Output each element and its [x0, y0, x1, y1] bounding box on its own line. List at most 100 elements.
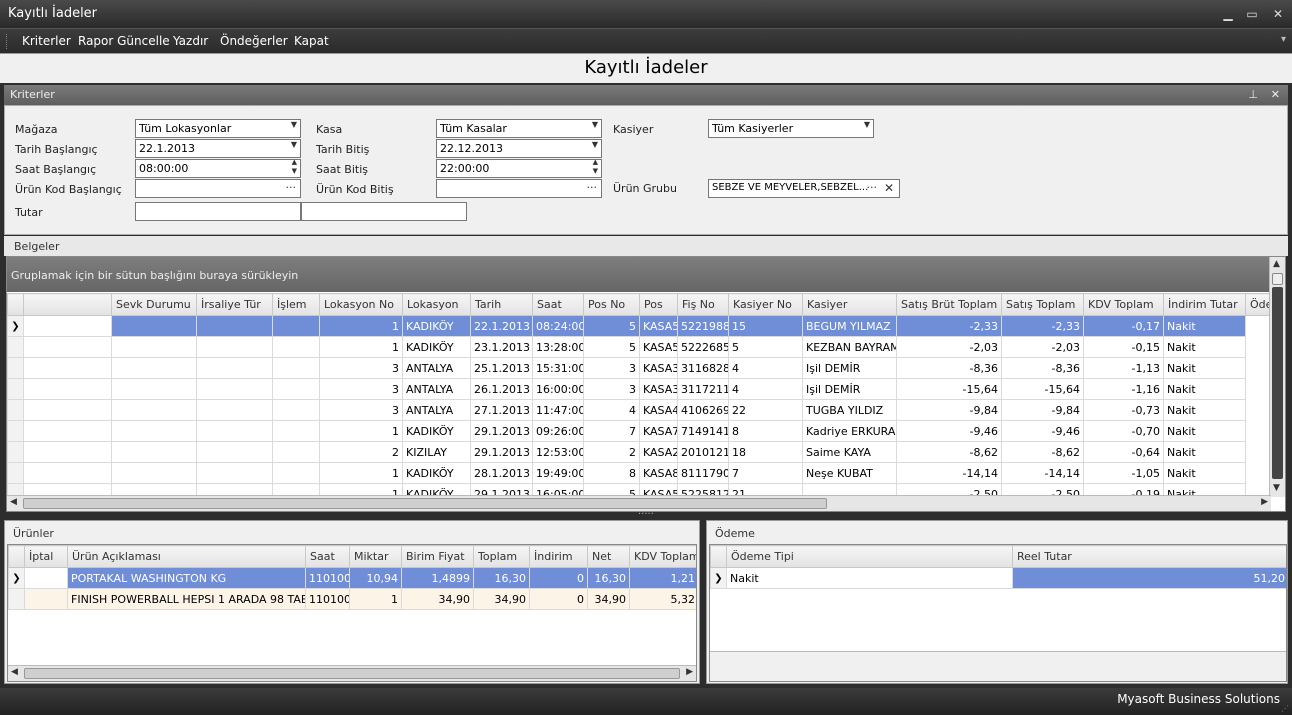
- column-header[interactable]: İptal: [24, 545, 68, 568]
- column-header[interactable]: [710, 545, 727, 568]
- column-header[interactable]: Reel Tutar: [1012, 545, 1286, 568]
- table-cell: 5: [728, 336, 803, 358]
- urun-kod-bitis-input[interactable]: ···: [436, 179, 602, 198]
- table-cell: 3117211: [677, 378, 729, 400]
- table-row[interactable]: ❯ 1 KADIKÖY 22.1.2013 08:24:00 5 KASA5 5221988 1…: [7, 315, 1286, 337]
- group-by-panel[interactable]: Gruplamak için bir sütun başlığını buray…: [7, 257, 1285, 292]
- menu-bar: Kriterler Rapor Güncelle Yazdır Öndeğerl…: [0, 28, 1292, 53]
- menu-kapat[interactable]: Kapat: [294, 34, 329, 48]
- close-button[interactable]: ✕: [1270, 6, 1286, 22]
- table-row[interactable]: ❯ PORTAKAL WASHINGTON KG 110100 10,94 1,4899…: [8, 567, 696, 589]
- pin-icon[interactable]: ⊥: [1248, 88, 1258, 101]
- column-header[interactable]: KDV Toplam: [629, 545, 696, 568]
- scroll-grip[interactable]: [1272, 273, 1283, 285]
- table-cell: Nakit: [1163, 462, 1246, 484]
- column-header[interactable]: İrsaliye Tür: [196, 293, 273, 316]
- column-header[interactable]: Saat: [305, 545, 350, 568]
- column-header[interactable]: Tarih: [470, 293, 533, 316]
- column-header[interactable]: İşlem: [272, 293, 320, 316]
- scroll-up-icon: ▲: [1273, 259, 1280, 269]
- column-header[interactable]: İndirim Tutar: [1163, 293, 1246, 316]
- table-cell: 5,32: [629, 588, 696, 610]
- menu-yazdir[interactable]: Yazdır: [173, 34, 208, 48]
- column-header[interactable]: Ürün Açıklaması: [67, 545, 306, 568]
- column-header[interactable]: Fiş No: [677, 293, 729, 316]
- column-header[interactable]: İndirim: [529, 545, 588, 568]
- column-header[interactable]: Toplam: [473, 545, 530, 568]
- vscroll-thumb[interactable]: [1272, 287, 1283, 479]
- column-header[interactable]: Pos No: [583, 293, 640, 316]
- column-header[interactable]: Miktar: [349, 545, 402, 568]
- column-header[interactable]: Kasiyer: [802, 293, 897, 316]
- table-row[interactable]: 1 KADIKÖY 29.1.2013 09:26:00 7 KASA7 7149141 8 K…: [7, 420, 1286, 442]
- hscroll-thumb[interactable]: [23, 498, 827, 509]
- column-header[interactable]: Net: [587, 545, 630, 568]
- menu-rapor-guncelle[interactable]: Rapor Güncelle: [78, 34, 170, 48]
- table-row[interactable]: 3 ANTALYA 25.1.2013 15:31:00 3 KASA3 3116828 4 I…: [7, 357, 1286, 379]
- column-header[interactable]: [8, 545, 25, 568]
- column-header[interactable]: Sevk Durumu: [111, 293, 197, 316]
- magaza-select[interactable]: Tüm Lokasyonlar ▼: [135, 119, 301, 138]
- row-indicator: [7, 336, 24, 358]
- resize-grip-icon[interactable]: ⋰: [1281, 704, 1289, 713]
- table-cell: [272, 462, 320, 484]
- urun-grubu-input[interactable]: SEBZE VE MEYVELER,SEBZEL... ··· ✕: [708, 179, 900, 198]
- tutar-max-input[interactable]: [301, 202, 467, 221]
- urun-grubu-label: Ürün Grubu: [613, 182, 677, 195]
- column-header[interactable]: Satış Toplam: [1001, 293, 1084, 316]
- column-header[interactable]: Birim Fiyat: [401, 545, 474, 568]
- kasa-label: Kasa: [316, 123, 343, 136]
- table-cell: KADIKÖY: [402, 420, 471, 442]
- saat-bitis-time[interactable]: 22:00:00 ▲ ▼: [436, 159, 602, 178]
- table-cell: 15: [728, 315, 803, 337]
- column-header[interactable]: Saat: [532, 293, 584, 316]
- menu-kriterler[interactable]: Kriterler: [22, 34, 71, 48]
- column-header[interactable]: [23, 293, 112, 316]
- table-cell: -1,16: [1083, 378, 1164, 400]
- saat-baslangic-time[interactable]: 08:00:00 ▲ ▼: [135, 159, 301, 178]
- column-header[interactable]: KDV Toplam: [1083, 293, 1164, 316]
- column-header[interactable]: Kasiyer No: [728, 293, 803, 316]
- row-indicator: [7, 420, 24, 442]
- table-row[interactable]: 1 KADIKÖY 23.1.2013 13:28:00 5 KASA5 5222685 5 K…: [7, 336, 1286, 358]
- table-cell: KADIKÖY: [402, 315, 471, 337]
- maximize-button[interactable]: ▭: [1244, 6, 1260, 22]
- column-header[interactable]: Lokasyon: [402, 293, 471, 316]
- belgeler-vscroll[interactable]: ▲ ▼: [1269, 257, 1285, 497]
- table-row[interactable]: 2 KIZILAY 29.1.2013 12:53:00 2 KASA2 2010121 18…: [7, 441, 1286, 463]
- table-cell: Işil DEMİR: [802, 357, 897, 379]
- minimize-button[interactable]: ▁: [1220, 6, 1236, 22]
- table-cell: ANTALYA: [402, 378, 471, 400]
- urunler-hscroll[interactable]: ◀ ▶: [8, 665, 696, 681]
- column-header[interactable]: Satış Brüt Toplam: [896, 293, 1002, 316]
- urun-kod-baslangic-input[interactable]: ···: [135, 179, 301, 198]
- tutar-min-input[interactable]: [135, 202, 301, 221]
- table-cell: 34,90: [587, 588, 630, 610]
- tarih-bitis-date[interactable]: 22.12.2013 ▼: [436, 139, 602, 158]
- table-row[interactable]: FINISH POWERBALL HEPSI 1 ARADA 98 TABLET…: [8, 588, 696, 610]
- kasa-select[interactable]: Tüm Kasalar ▼: [436, 119, 602, 138]
- column-header[interactable]: Lokasyon No: [319, 293, 403, 316]
- menu-ondegerler[interactable]: Öndeğerler: [220, 34, 288, 48]
- table-row[interactable]: 1 KADIKÖY 28.1.2013 19:49:00 8 KASA8 8111790 7 N…: [7, 462, 1286, 484]
- table-cell: [23, 441, 112, 463]
- table-row[interactable]: 3 ANTALYA 26.1.2013 16:00:00 3 KASA3 3117211 4 I…: [7, 378, 1286, 400]
- column-header[interactable]: Pos: [639, 293, 678, 316]
- table-cell: KASA3: [639, 357, 678, 379]
- urunler-title: Ürünler: [13, 527, 54, 540]
- splitter[interactable]: ·····: [0, 509, 1292, 520]
- close-panel-icon[interactable]: ✕: [1271, 88, 1280, 101]
- column-header[interactable]: [7, 293, 24, 316]
- company-name: Myasoft Business Solutions: [1117, 692, 1280, 706]
- tarih-baslangic-date[interactable]: 22.1.2013 ▼: [135, 139, 301, 158]
- toolbar-grip[interactable]: [6, 34, 9, 49]
- table-cell: Işil DEMİR: [802, 378, 897, 400]
- hscroll-thumb[interactable]: [24, 668, 680, 679]
- kasiyer-select[interactable]: Tüm Kasiyerler ▼: [708, 119, 874, 138]
- menu-overflow-icon[interactable]: ▾: [1281, 34, 1286, 45]
- column-header[interactable]: Ödeme Tipi: [726, 545, 1013, 568]
- page-title: Kayıtlı İadeler: [584, 57, 708, 78]
- table-row[interactable]: 3 ANTALYA 27.1.2013 11:47:00 4 KASA4 4106269 22…: [7, 399, 1286, 421]
- table-row[interactable]: ❯ Nakit 51,20: [710, 567, 1286, 589]
- chevron-down-icon: ▼: [290, 120, 297, 129]
